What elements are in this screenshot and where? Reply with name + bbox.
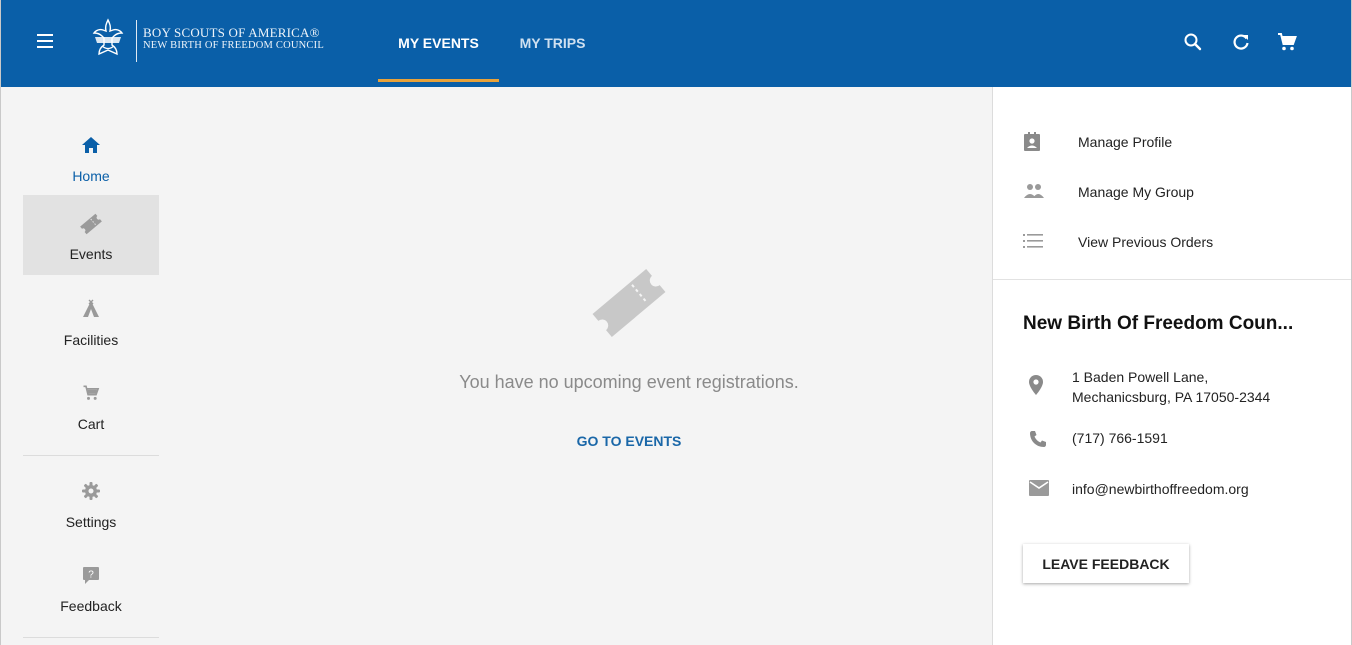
top-app-bar: BOY SCOUTS OF AMERICA® NEW BIRTH OF FREE… xyxy=(1,0,1351,87)
manage-profile-link[interactable]: Manage Profile xyxy=(993,122,1351,162)
feedback-icon: ? xyxy=(83,567,99,584)
phone-number[interactable]: (717) 766-1591 xyxy=(1072,428,1168,448)
address-line-2: Mechanicsburg, PA 17050-2344 xyxy=(1072,389,1271,405)
location-icon xyxy=(1029,375,1043,395)
view-orders-label: View Previous Orders xyxy=(1078,234,1214,250)
svg-text:?: ? xyxy=(88,570,94,581)
cart-icon xyxy=(83,385,100,400)
rail-item-label: Feedback xyxy=(60,598,122,614)
email-address[interactable]: info@newbirthoffreedom.org xyxy=(1072,479,1249,499)
empty-state-message: You have no upcoming event registrations… xyxy=(459,372,799,392)
brand-line-2: NEW BIRTH OF FREEDOM COUNCIL xyxy=(143,40,324,51)
rail-divider xyxy=(23,637,159,638)
rail-item-facilities[interactable]: Facilities xyxy=(23,281,159,361)
rail-item-events[interactable]: Events xyxy=(23,195,159,275)
council-name: New Birth Of Freedom Coun... xyxy=(1023,313,1294,334)
rail-item-settings[interactable]: Settings xyxy=(23,463,159,543)
rail-item-label: Facilities xyxy=(63,332,119,348)
tab-my-trips[interactable]: MY TRIPS xyxy=(500,0,605,87)
profile-icon xyxy=(1024,132,1040,151)
search-icon[interactable] xyxy=(1181,30,1205,54)
group-icon xyxy=(1024,184,1044,198)
rail-item-cart[interactable]: Cart xyxy=(23,365,159,445)
app-frame: BOY SCOUTS OF AMERICA® NEW BIRTH OF FREE… xyxy=(0,0,1352,645)
leave-feedback-button[interactable]: LEAVE FEEDBACK xyxy=(1023,544,1189,583)
ticket-icon xyxy=(80,213,102,235)
nav-rail: Home Events Facilities Cart Settings ? F… xyxy=(1,87,191,645)
menu-icon[interactable] xyxy=(37,34,53,48)
panel-divider xyxy=(993,279,1351,280)
gear-icon xyxy=(82,482,100,500)
list-icon xyxy=(1023,234,1043,248)
email-icon xyxy=(1029,480,1049,496)
bsa-logo xyxy=(92,18,124,56)
logo-divider xyxy=(136,20,137,62)
go-to-events-link[interactable]: GO TO EVENTS xyxy=(577,433,682,449)
rail-item-label: Cart xyxy=(77,416,105,432)
rail-item-label: Settings xyxy=(65,514,117,530)
rail-divider xyxy=(23,455,159,456)
main-content: You have no upcoming event registrations… xyxy=(191,87,991,645)
rail-item-label: Events xyxy=(69,246,113,262)
brand-line-1: BOY SCOUTS OF AMERICA® xyxy=(143,25,320,40)
tab-my-events[interactable]: MY EVENTS xyxy=(378,0,499,87)
manage-profile-label: Manage Profile xyxy=(1078,134,1173,150)
phone-icon xyxy=(1030,431,1046,447)
tent-icon xyxy=(83,299,99,317)
account-panel: Manage Profile Manage My Group View Prev… xyxy=(992,87,1351,645)
go-to-events-link-row: GO TO EVENTS xyxy=(191,433,1067,449)
refresh-icon[interactable] xyxy=(1229,30,1253,54)
manage-group-label: Manage My Group xyxy=(1078,184,1194,200)
ticket-icon xyxy=(592,269,666,337)
view-orders-link[interactable]: View Previous Orders xyxy=(993,222,1351,262)
cart-icon[interactable] xyxy=(1275,30,1299,54)
brand-name: BOY SCOUTS OF AMERICA® NEW BIRTH OF FREE… xyxy=(143,26,324,52)
address-line-1: 1 Baden Powell Lane, xyxy=(1072,369,1209,385)
rail-item-feedback[interactable]: ? Feedback xyxy=(23,547,159,627)
home-icon xyxy=(82,137,100,153)
rail-item-label: Home xyxy=(72,168,110,184)
manage-group-link[interactable]: Manage My Group xyxy=(993,172,1351,212)
rail-item-home[interactable]: Home xyxy=(23,117,159,197)
